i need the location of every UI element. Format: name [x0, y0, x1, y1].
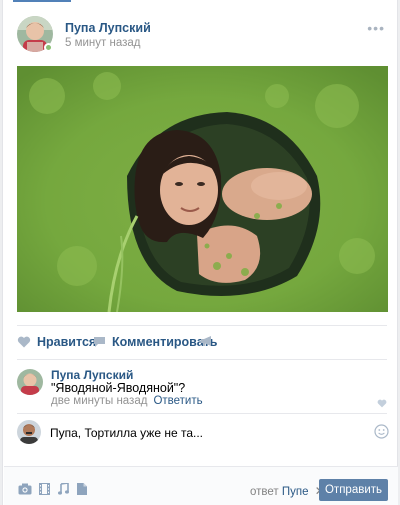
reply-to-prefix: ответ	[250, 486, 279, 498]
like-label: Нравится	[37, 335, 97, 349]
divider	[17, 359, 387, 360]
post-actions-bar: Нравится Комментировать	[17, 335, 387, 353]
divider	[17, 325, 387, 326]
post-header: Пупа Лупский 5 минут назад •••	[17, 16, 387, 52]
reply-to-indicator: ответ Пупе ✕	[250, 484, 325, 498]
share-button[interactable]	[200, 335, 213, 347]
send-button[interactable]: Отправить	[319, 479, 388, 501]
like-button[interactable]: Нравится	[17, 335, 96, 349]
online-status-indicator	[44, 43, 53, 52]
comment-author-name[interactable]: Пупа Лупский	[51, 368, 133, 382]
current-user-avatar	[17, 420, 41, 444]
post-card: Пупа Лупский 5 минут назад ••• Нравится …	[2, 0, 398, 505]
comment-timestamp[interactable]: две минуты назад	[51, 395, 147, 407]
post-timestamp[interactable]: 5 минут назад	[65, 37, 140, 49]
post-more-menu-icon[interactable]: •••	[367, 20, 385, 36]
reply-input[interactable]	[50, 426, 350, 440]
film-icon[interactable]	[39, 483, 50, 498]
divider	[17, 413, 387, 414]
post-author-name[interactable]: Пупа Лупский	[65, 21, 151, 35]
megaphone-icon	[200, 335, 213, 347]
post-photo[interactable]	[17, 66, 388, 312]
comment-like-icon[interactable]	[377, 397, 387, 411]
comment-reply-link[interactable]: Ответить	[153, 395, 202, 407]
reply-to-name[interactable]: Пупе	[282, 486, 309, 498]
comment-button[interactable]: Комментировать	[93, 335, 217, 349]
reply-composer	[17, 420, 389, 446]
comment-item: Пупа Лупский "Яводяной-Яводяной"? две ми…	[17, 368, 389, 408]
music-note-icon[interactable]	[58, 482, 69, 498]
comment-meta: две минуты назад Ответить	[51, 395, 203, 407]
camera-icon[interactable]	[18, 483, 32, 498]
speech-bubble-icon	[93, 336, 106, 348]
composer-toolbar: ответ Пупе ✕ Отправить	[4, 466, 398, 505]
comment-text: "Яводяной-Яводяной"?	[51, 381, 186, 395]
comment-author-avatar[interactable]	[17, 369, 43, 395]
active-tab-indicator	[13, 0, 71, 2]
document-icon[interactable]	[77, 483, 87, 498]
heart-icon	[17, 336, 31, 348]
smiley-icon[interactable]	[374, 424, 389, 442]
